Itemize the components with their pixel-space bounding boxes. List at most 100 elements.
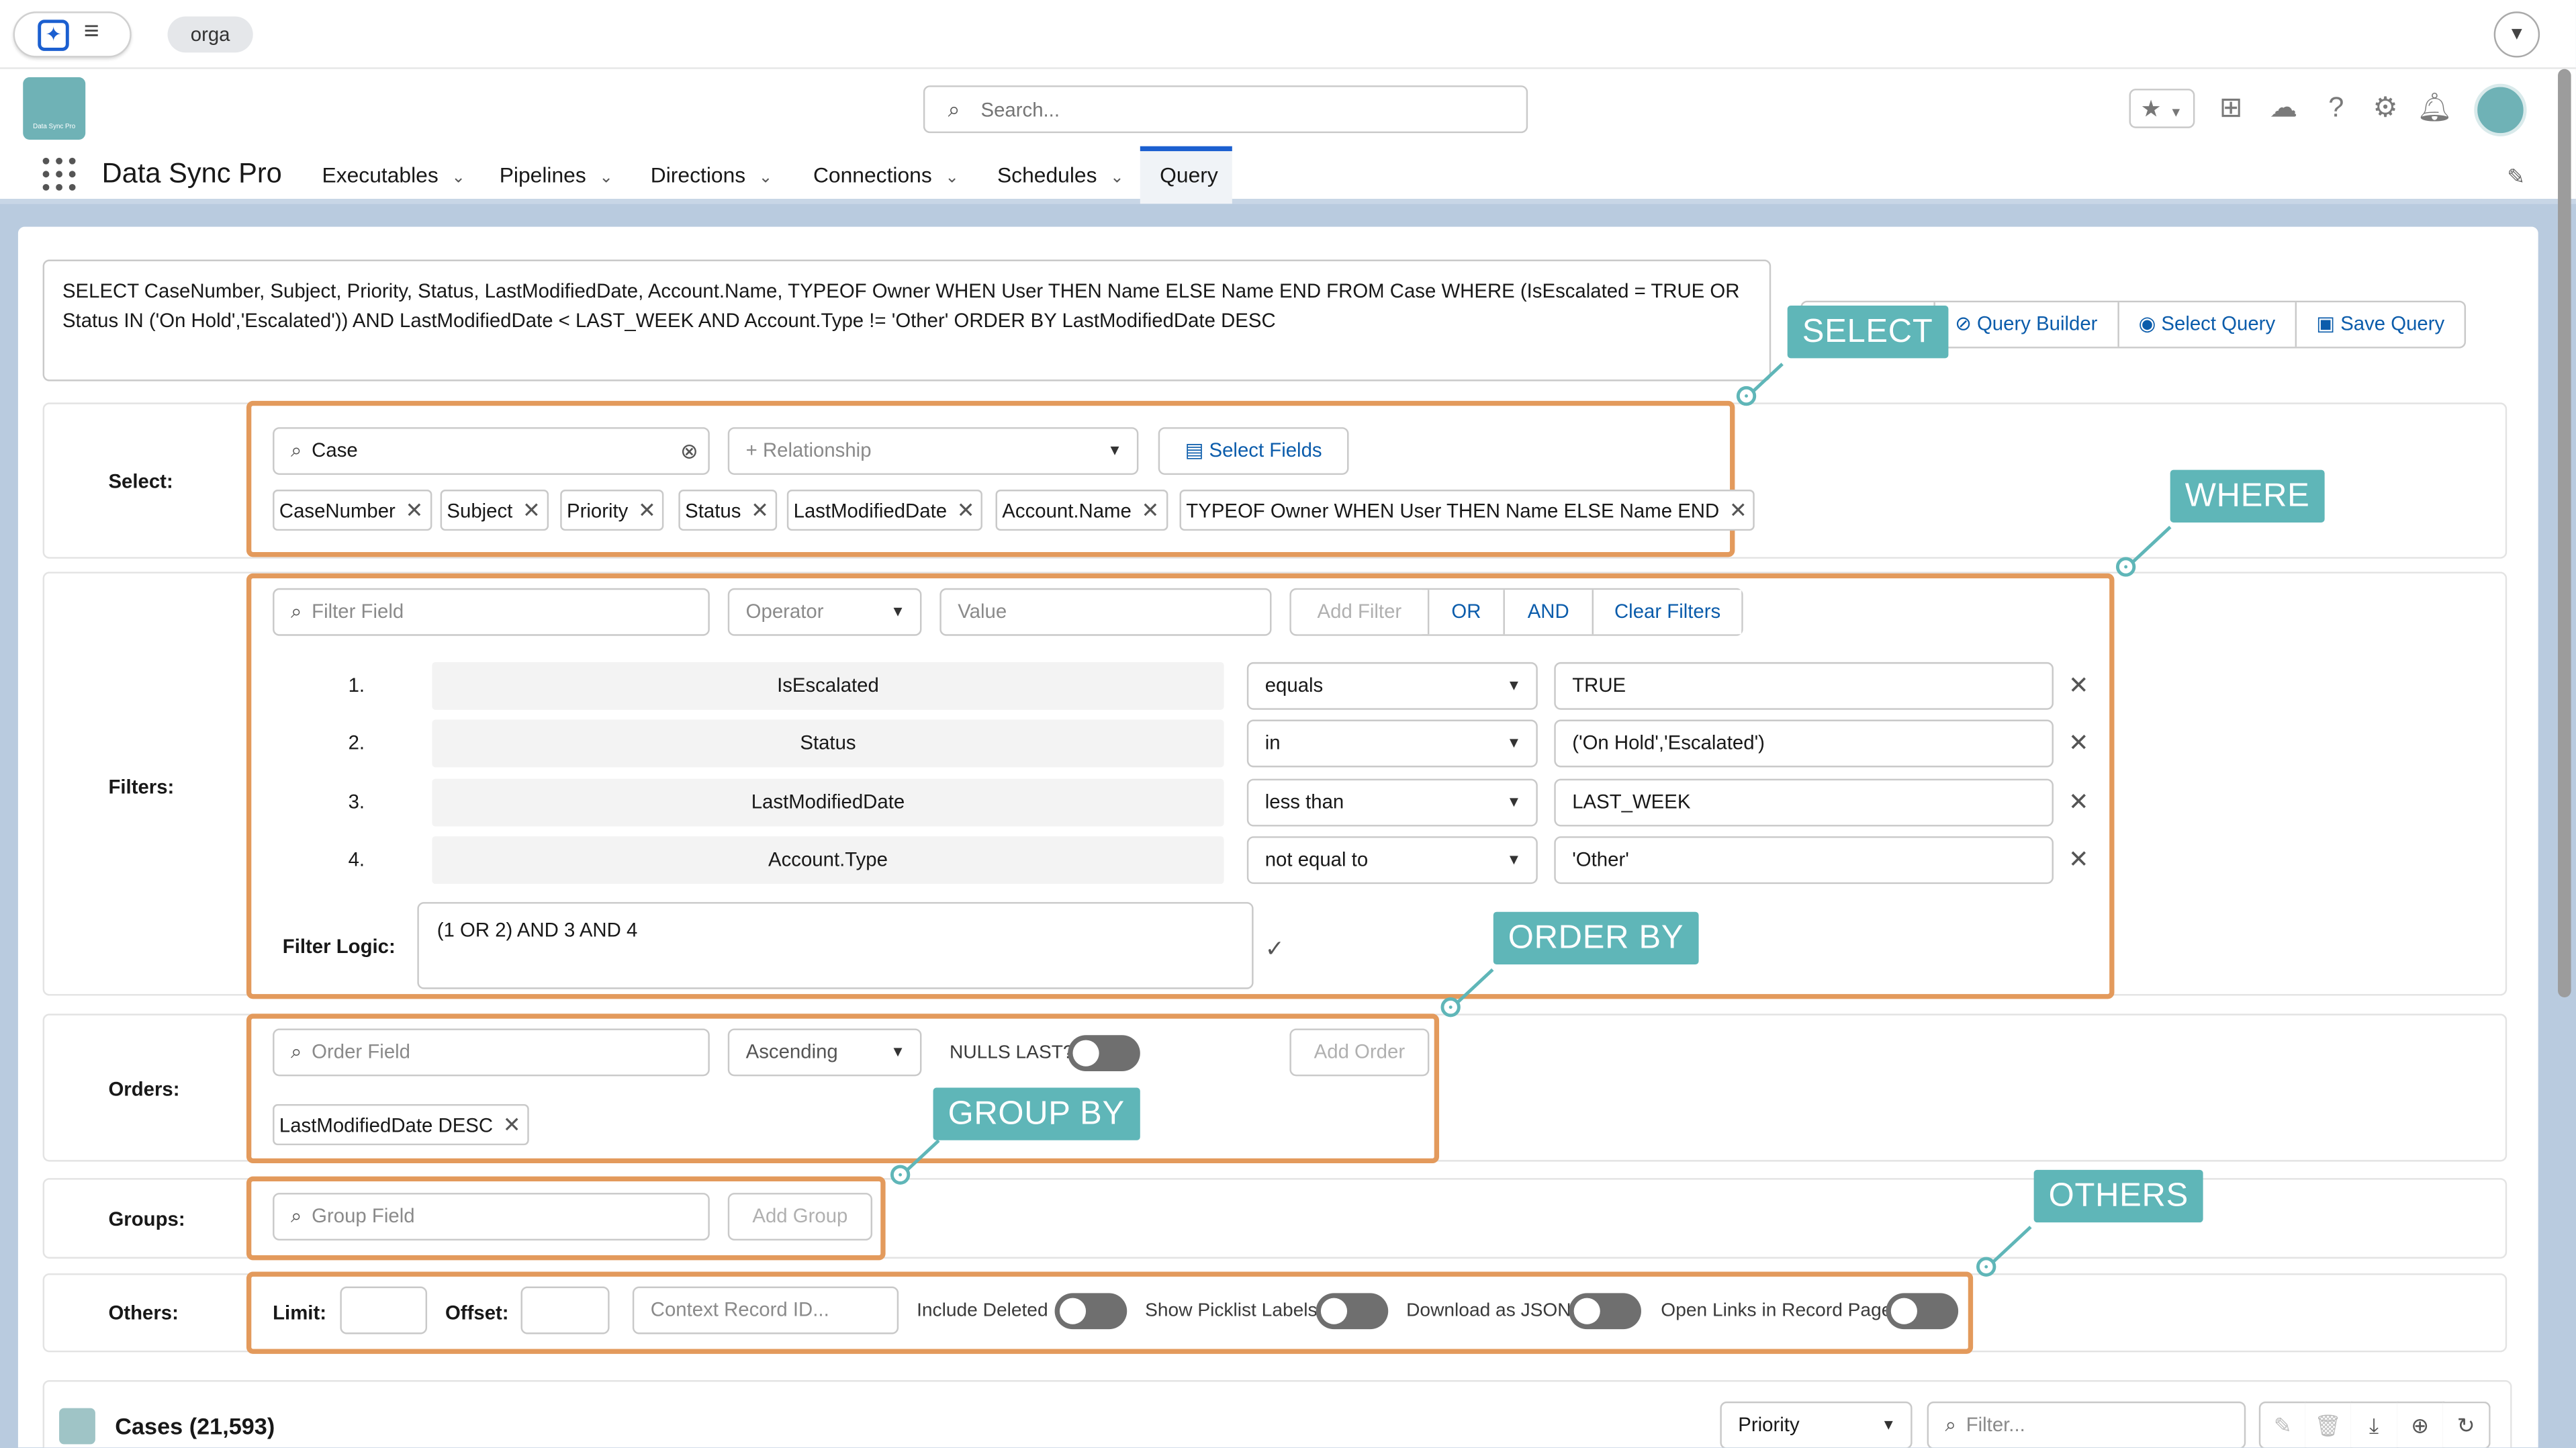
close-icon[interactable]: ✕ — [2068, 662, 2089, 710]
add-group-button[interactable]: Add Group — [727, 1193, 873, 1241]
soql-textarea[interactable]: SELECT CaseNumber, Subject, Priority, St… — [42, 259, 1772, 381]
field-pill[interactable]: Status ✕ — [678, 490, 777, 531]
pill-label: Priority — [567, 499, 629, 523]
hamburger-icon[interactable]: ≡ — [84, 18, 99, 48]
target-icon: ◉ — [2138, 312, 2162, 336]
button-label: Select Fields — [1209, 439, 1322, 462]
filter-row-value[interactable]: TRUE — [1554, 662, 2054, 710]
bell-icon[interactable]: 🔔︎ — [2417, 91, 2453, 127]
close-icon[interactable]: ✕ — [751, 498, 769, 523]
field-pill[interactable]: CaseNumber ✕ — [273, 490, 432, 531]
avatar[interactable] — [2474, 83, 2527, 137]
close-icon[interactable]: ✕ — [503, 1112, 521, 1137]
close-icon[interactable]: ✕ — [638, 498, 656, 523]
filters-label: Filters: — [108, 775, 175, 799]
nulls-last-toggle[interactable] — [1068, 1035, 1140, 1072]
chevron-down-icon[interactable]: ▼ — [2493, 11, 2540, 58]
order-direction-select[interactable]: Ascending ▼ — [727, 1028, 922, 1077]
filter-field-input[interactable]: ⌕ Filter Field — [273, 588, 710, 636]
refresh-icon[interactable]: ↻ — [2442, 1401, 2491, 1448]
order-pill[interactable]: LastModifiedDate DESC ✕ — [273, 1103, 529, 1146]
close-icon[interactable]: ✕ — [406, 498, 424, 523]
close-icon[interactable]: ✕ — [2068, 836, 2089, 884]
tab-query[interactable]: Query — [1160, 163, 1218, 203]
download-json-toggle[interactable] — [1569, 1293, 1641, 1330]
field-pill[interactable]: TYPEOF Owner WHEN User THEN Name ELSE Na… — [1179, 490, 1755, 531]
filter-row-operator[interactable]: less than ▼ — [1246, 778, 1538, 827]
download-icon[interactable]: ⤓ — [2350, 1401, 2399, 1448]
clear-filters-button[interactable]: Clear Filters — [1592, 590, 1742, 635]
add-order-button[interactable]: Add Order — [1289, 1028, 1430, 1077]
select-fields-button[interactable]: ▤ Select Fields — [1158, 427, 1349, 476]
tab-executables[interactable]: Executables ⌄ — [322, 163, 465, 203]
field-pill[interactable]: LastModifiedDate ✕ — [786, 490, 983, 531]
add-filter-button[interactable]: Add Filter — [1291, 590, 1428, 635]
picklist-labels-toggle[interactable] — [1316, 1293, 1389, 1330]
global-search[interactable]: ⌕ — [923, 85, 1528, 134]
or-button[interactable]: OR — [1427, 590, 1504, 635]
add-icon[interactable]: ⊞ — [2213, 91, 2249, 127]
filter-field-placeholder: Filter Field — [312, 599, 404, 623]
save-query-button[interactable]: ▣ Save Query — [2295, 302, 2465, 347]
chevron-down-icon[interactable]: ⌄ — [451, 169, 465, 187]
value-input[interactable]: Value — [939, 588, 1272, 636]
filter-logic-textarea[interactable]: (1 OR 2) AND 3 AND 4 — [417, 902, 1254, 989]
edit-nav-icon[interactable]: ✎ — [2507, 165, 2525, 191]
gear-icon[interactable]: ⚙ — [2367, 91, 2403, 127]
filter-row-value[interactable]: 'Other' — [1554, 836, 2054, 885]
chevron-down-icon[interactable]: ⌄ — [1110, 169, 1124, 187]
app-launcher-pill[interactable]: ✦ ≡ — [13, 11, 132, 58]
close-icon[interactable]: ✕ — [2068, 779, 2089, 827]
results-filter-input[interactable]: ⌕ Filter... — [1927, 1401, 2246, 1448]
field-pill[interactable]: Priority ✕ — [560, 490, 664, 531]
operator-select[interactable]: Operator ▼ — [727, 588, 922, 636]
tab-connections[interactable]: Connections ⌄ — [813, 163, 959, 203]
filter-row-operator[interactable]: equals ▼ — [1246, 662, 1538, 710]
group-field-input[interactable]: ⌕ Group Field — [273, 1193, 710, 1241]
check-icon[interactable]: ✓ — [1265, 935, 1285, 963]
caret-down-icon: ▼ — [1107, 442, 1122, 459]
and-button[interactable]: AND — [1503, 590, 1592, 635]
close-icon[interactable]: ✕ — [522, 498, 541, 523]
filter-row-operator[interactable]: in ▼ — [1246, 719, 1538, 768]
close-icon[interactable]: ✕ — [1729, 498, 1747, 523]
sparkle-icon[interactable]: ✦ — [38, 19, 69, 51]
chevron-down-icon[interactable]: ⌄ — [759, 169, 773, 187]
context-record-input[interactable]: Context Record ID... — [632, 1286, 899, 1334]
tab-directions[interactable]: Directions ⌄ — [651, 163, 772, 203]
select-query-button[interactable]: ◉ Select Query — [2117, 302, 2295, 347]
field-pill[interactable]: Subject ✕ — [440, 490, 549, 531]
edit-icon[interactable]: ✎ — [2258, 1401, 2307, 1448]
filter-row-value[interactable]: ('On Hold','Escalated') — [1554, 719, 2054, 768]
tab-pipelines[interactable]: Pipelines ⌄ — [500, 163, 613, 203]
close-icon[interactable]: ✕ — [2068, 720, 2089, 768]
app-grid-icon[interactable] — [42, 157, 76, 191]
limit-input[interactable] — [340, 1286, 428, 1334]
offset-input[interactable] — [520, 1286, 610, 1334]
chevron-down-icon[interactable]: ⌄ — [599, 169, 613, 187]
close-icon[interactable]: ✕ — [1142, 498, 1160, 523]
add-circle-icon[interactable]: ⊕ — [2397, 1401, 2445, 1448]
scrollbar[interactable] — [2558, 69, 2571, 997]
relationship-select[interactable]: + Relationship ▼ — [727, 427, 1139, 476]
chevron-down-icon[interactable]: ⌄ — [945, 169, 959, 187]
trailhead-icon[interactable]: ☁ — [2266, 91, 2302, 127]
clear-icon[interactable]: ⊗ — [680, 429, 698, 473]
delete-icon[interactable]: 🗑︎ — [2305, 1401, 2353, 1448]
object-search[interactable]: ⌕ Case ⊗ — [273, 427, 710, 476]
tab-schedules[interactable]: Schedules ⌄ — [997, 163, 1124, 203]
open-links-toggle[interactable] — [1886, 1293, 1959, 1330]
include-deleted-toggle[interactable] — [1054, 1293, 1128, 1330]
sort-field-select[interactable]: Priority ▼ — [1720, 1401, 1913, 1448]
help-icon[interactable]: ? — [2318, 91, 2354, 127]
field-pill[interactable]: Account.Name ✕ — [995, 490, 1168, 531]
order-field-input[interactable]: ⌕ Order Field — [273, 1028, 710, 1077]
favorites-button[interactable]: ★ ▼ — [2129, 89, 2195, 128]
org-pill[interactable]: orga — [167, 16, 253, 53]
filter-row-value[interactable]: LAST_WEEK — [1554, 778, 2054, 827]
close-icon[interactable]: ✕ — [957, 498, 975, 523]
search-input[interactable] — [980, 95, 1507, 125]
filter-row-operator[interactable]: not equal to ▼ — [1246, 836, 1538, 885]
query-builder-button[interactable]: ⊘ Query Builder — [1933, 302, 2117, 347]
nulls-last-label: NULLS LAST? — [950, 1043, 1074, 1063]
